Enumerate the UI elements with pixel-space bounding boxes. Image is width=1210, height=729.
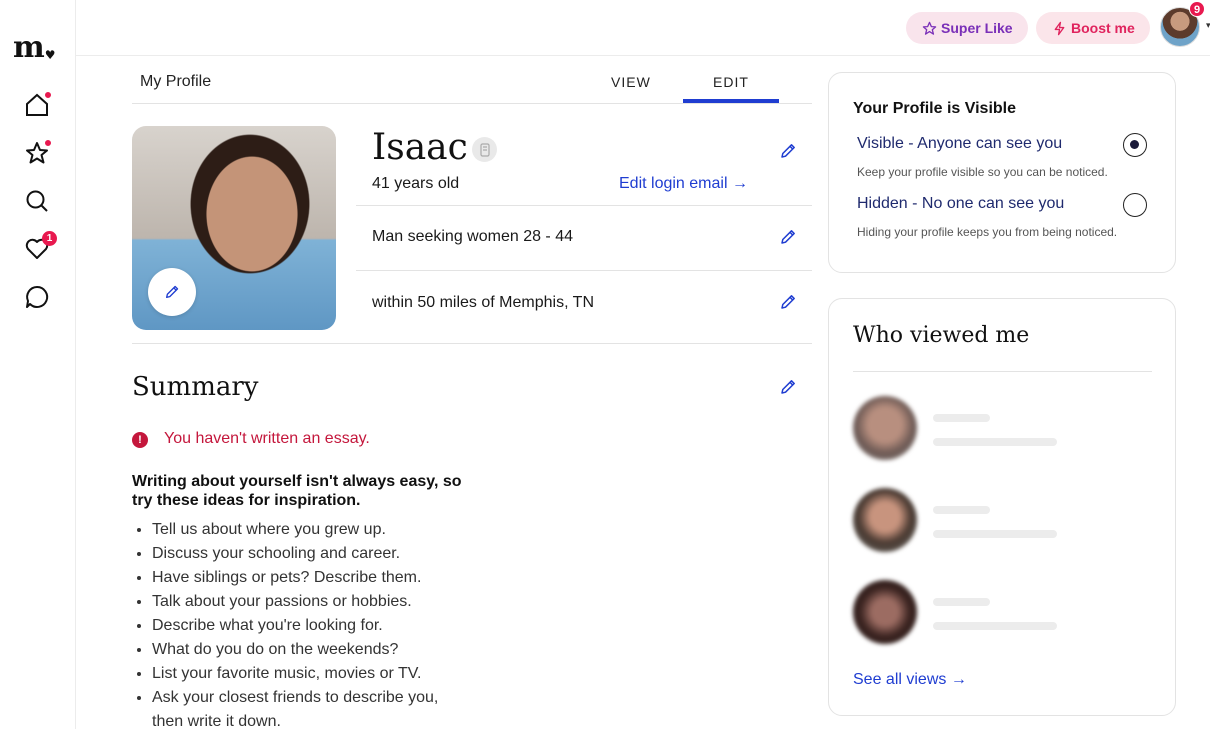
star-icon[interactable] (24, 139, 52, 166)
heart-icon[interactable]: 1 (24, 231, 57, 262)
active-tab-indicator (683, 99, 779, 103)
who-viewed-card: Who viewed me See all views → (828, 298, 1176, 716)
home-icon[interactable] (24, 91, 52, 118)
divider (356, 270, 812, 271)
lightning-icon (1054, 21, 1065, 35)
visible-radio[interactable] (1123, 133, 1147, 157)
edit-login-email-link[interactable]: Edit login email → (619, 175, 748, 193)
chevron-down-icon[interactable]: ▾ (1206, 20, 1210, 31)
phone-verify-icon[interactable] (472, 137, 497, 162)
search-icon[interactable] (24, 188, 50, 214)
edit-summary-pencil-icon[interactable] (779, 378, 797, 396)
notification-dot (44, 91, 52, 99)
visibility-card: Your Profile is Visible Visible - Anyone… (828, 72, 1176, 273)
blurred-viewer-avatar[interactable] (853, 396, 917, 460)
hidden-option-label[interactable]: Hidden - No one can see you (857, 195, 1064, 213)
placeholder-line (933, 598, 990, 606)
hidden-option-description: Hiding your profile keeps you from being… (857, 225, 1118, 239)
summary-heading: Summary (132, 372, 259, 402)
edit-location-pencil-icon[interactable] (779, 293, 797, 311)
seeking-preference: Man seeking women 28 - 44 (372, 228, 573, 245)
visibility-title: Your Profile is Visible (853, 100, 1017, 117)
matches-badge: 1 (42, 231, 57, 246)
page-title: My Profile (140, 73, 212, 90)
top-bar: Super Like Boost me 9 ▾ (76, 0, 1210, 56)
divider (132, 343, 812, 344)
edit-seeking-pencil-icon[interactable] (779, 228, 797, 246)
list-item: What do you do on the weekends? (152, 638, 472, 662)
list-item: List your favorite music, movies or TV. (152, 662, 472, 686)
list-item: Discuss your schooling and career. (152, 542, 472, 566)
profile-age: 41 years old (372, 175, 460, 192)
placeholder-line (933, 438, 1057, 446)
profile-tab-bar: My Profile VIEW EDIT (132, 64, 812, 104)
essay-warning: You haven't written an essay. (164, 430, 370, 447)
alert-icon: ! (132, 432, 148, 448)
list-item: Tell us about where you grew up. (152, 518, 472, 542)
avatar-notification-badge: 9 (1189, 1, 1205, 17)
super-like-button[interactable]: Super Like (906, 12, 1028, 44)
sidebar: m♥ 1 (0, 0, 76, 729)
placeholder-line (933, 414, 990, 422)
location-preference: within 50 miles of Memphis, TN (372, 294, 594, 311)
tips-list: Tell us about where you grew up. Discuss… (152, 518, 472, 729)
pencil-icon (166, 285, 179, 298)
divider (853, 371, 1152, 372)
hidden-radio[interactable] (1123, 193, 1147, 217)
profile-name: Isaac (372, 127, 468, 168)
tab-view[interactable]: VIEW (611, 74, 651, 90)
visible-option-label[interactable]: Visible - Anyone can see you (857, 135, 1062, 153)
edit-name-pencil-icon[interactable] (779, 142, 797, 160)
boost-button[interactable]: Boost me (1036, 12, 1150, 44)
boost-label: Boost me (1071, 20, 1135, 36)
super-like-label: Super Like (941, 20, 1013, 36)
notification-dot (44, 139, 52, 147)
visible-option-description: Keep your profile visible so you can be … (857, 165, 1108, 179)
list-item: Ask your closest friends to describe you… (152, 686, 472, 729)
blurred-viewer-avatar[interactable] (853, 488, 917, 552)
blurred-viewer-avatar[interactable] (853, 580, 917, 644)
placeholder-line (933, 530, 1057, 538)
list-item: Describe what you're looking for. (152, 614, 472, 638)
tab-edit[interactable]: EDIT (713, 74, 749, 90)
brand-logo[interactable]: m♥ (13, 30, 55, 65)
star-outline-icon (922, 21, 937, 35)
edit-photo-button[interactable] (148, 268, 196, 316)
see-all-views-link[interactable]: See all views → (853, 671, 967, 689)
list-item: Talk about your passions or hobbies. (152, 590, 472, 614)
who-viewed-title: Who viewed me (853, 323, 1030, 348)
list-item: Have siblings or pets? Describe them. (152, 566, 472, 590)
placeholder-line (933, 506, 990, 514)
divider (356, 205, 812, 206)
tips-heading: Writing about yourself isn't always easy… (132, 473, 462, 509)
chat-icon[interactable] (24, 284, 50, 310)
placeholder-line (933, 622, 1057, 630)
